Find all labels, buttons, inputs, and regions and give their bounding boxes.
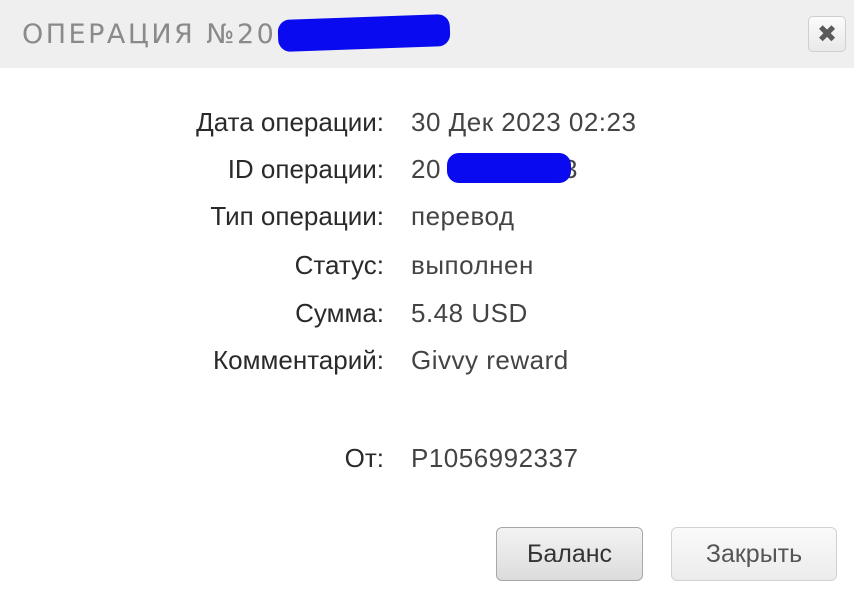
id-redaction-mark — [447, 153, 571, 183]
dialog-header: ОПЕРАЦИЯ №20 3 ✖ — [0, 0, 854, 68]
date-value: 30 Дек 2023 02:23 — [411, 107, 637, 137]
amount-value: 5.48 USD — [411, 298, 528, 328]
date-row: Дата операции: 30 Дек 2023 02:23 — [0, 102, 854, 142]
id-label: ID операции: — [227, 154, 384, 184]
status-value: выполнен — [411, 250, 534, 280]
comment-value: Givvy reward — [411, 345, 569, 375]
title-redaction-mark — [277, 14, 451, 52]
from-label: От: — [344, 443, 384, 473]
close-button[interactable]: Закрыть — [671, 527, 837, 581]
dialog-title: ОПЕРАЦИЯ №20 3 — [22, 14, 451, 54]
type-row: Тип операции: перевод — [0, 196, 854, 236]
balance-button[interactable]: Баланс — [496, 527, 643, 581]
operation-dialog: ОПЕРАЦИЯ №20 3 ✖ Дата операции: 30 Дек 2… — [0, 0, 854, 598]
comment-row: Комментарий: Givvy reward — [0, 340, 854, 380]
status-row: Статус: выполнен — [0, 245, 854, 285]
status-label: Статус: — [294, 250, 384, 280]
type-label: Тип операции: — [210, 201, 384, 231]
date-label: Дата операции: — [196, 107, 384, 137]
amount-label: Сумма: — [295, 298, 384, 328]
comment-label: Комментарий: — [213, 345, 384, 375]
id-value-prefix: 20 — [411, 154, 441, 184]
amount-row: Сумма: 5.48 USD — [0, 293, 854, 333]
from-row: От: P1056992337 — [0, 438, 854, 478]
id-row: ID операции: 20 3 — [0, 149, 854, 189]
dialog-title-prefix: ОПЕРАЦИЯ №20 — [22, 18, 277, 50]
close-icon[interactable]: ✖ — [808, 16, 846, 52]
type-value: перевод — [411, 201, 515, 231]
from-value: P1056992337 — [411, 443, 579, 473]
